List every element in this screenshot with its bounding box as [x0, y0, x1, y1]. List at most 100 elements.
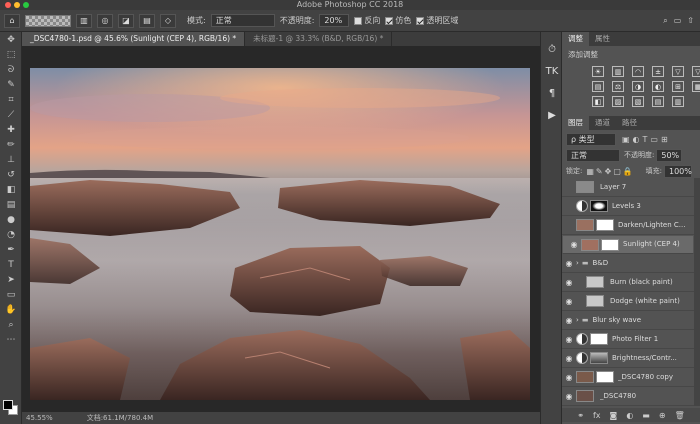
foreground-color-swatch[interactable] [3, 400, 13, 410]
visibility-eye-icon[interactable]: ◉ [567, 239, 581, 250]
radial-gradient-icon[interactable]: ◎ [97, 13, 113, 28]
angle-gradient-icon[interactable]: ◪ [118, 13, 134, 28]
link-icon[interactable]: ⚭ [577, 411, 584, 420]
brush-icon[interactable]: ✏ [0, 137, 22, 152]
paragraph-icon[interactable]: ¶ [541, 82, 563, 104]
eyedropper-icon[interactable]: ⟋ [0, 107, 22, 122]
layer-row[interactable]: ◉ Dodge (white paint) [562, 292, 694, 311]
folder-icon[interactable]: ▬ [642, 411, 650, 420]
layer-mask-thumbnail[interactable] [596, 371, 614, 383]
lock-icons[interactable]: ▦✎✥▢🔒 [586, 167, 634, 176]
layer-row[interactable]: ◉ _DSC4780 copy [562, 368, 694, 387]
gradient-preset-picker[interactable] [25, 14, 71, 27]
gradient-icon[interactable]: ▤ [0, 197, 22, 212]
mode-select[interactable]: 正常 [210, 14, 275, 27]
visibility-eye-icon[interactable]: ◉ [562, 259, 576, 268]
move-icon[interactable]: ✥ [0, 32, 22, 47]
blend-mode-select[interactable]: 正常 [566, 148, 620, 162]
color-balance-icon[interactable]: ⚖ [612, 81, 624, 92]
tab-properties[interactable]: 属性 [589, 32, 616, 46]
healing-icon[interactable]: ✚ [0, 122, 22, 137]
fill-field[interactable]: 100% [664, 164, 692, 178]
opacity-field[interactable]: 20% [319, 14, 350, 27]
layer-thumbnail[interactable] [576, 181, 594, 193]
layer-thumbnail[interactable] [586, 295, 604, 307]
document-image[interactable] [30, 68, 530, 400]
layer-thumbnail[interactable] [581, 238, 599, 251]
layer-mask-thumbnail[interactable] [590, 352, 608, 364]
black-white-icon[interactable]: ◑ [632, 81, 644, 92]
tab-adjustments[interactable]: 调整 [562, 32, 589, 46]
layer-thumbnail[interactable] [576, 219, 594, 231]
layer-row[interactable]: ◉ Brightness/Contr... [562, 349, 694, 368]
visibility-eye-icon[interactable]: ◉ [562, 335, 576, 344]
layer-thumbnail[interactable] [576, 390, 594, 402]
home-icon[interactable]: ⌂ [4, 13, 20, 28]
layer-filter-select[interactable]: ρ 类型 [566, 132, 616, 146]
layer-row[interactable]: ◉ Photo Filter 1 [562, 330, 694, 349]
share-icon[interactable]: ⇧ [687, 16, 694, 26]
zoom-icon[interactable]: ⌕ [0, 317, 22, 332]
tab-layers[interactable]: 图层 [562, 116, 589, 130]
actions-icon[interactable]: ▶ [541, 104, 563, 126]
close-window-icon[interactable] [5, 2, 11, 8]
gradient-triangle-icon[interactable]: ▽ [692, 66, 700, 77]
character-icon[interactable]: TK [541, 60, 563, 82]
filter-type-icons[interactable]: ▣◐T▭⊞ [622, 135, 671, 144]
hand-icon[interactable]: ✋ [0, 302, 22, 317]
layer-row[interactable]: Darken/Lighten C... [562, 216, 694, 235]
layer-thumbnail[interactable] [586, 276, 604, 288]
new-layer-icon[interactable]: ⊕ [659, 411, 666, 420]
tab-channels[interactable]: 通道 [589, 116, 616, 130]
layer-opacity-field[interactable]: 50% [656, 148, 683, 162]
path-select-icon[interactable]: ➤ [0, 272, 22, 287]
reflected-gradient-icon[interactable]: ▤ [139, 13, 155, 28]
shape-icon[interactable]: ▭ [0, 287, 22, 302]
layer-row[interactable]: Levels 3 [562, 197, 694, 216]
quick-select-icon[interactable]: ✎ [0, 77, 22, 92]
doc-size[interactable]: 文档:61.1M/780.4M [87, 412, 153, 424]
layer-row[interactable]: ◉ _DSC4780 [562, 387, 694, 406]
hue-saturation-icon[interactable]: ▤ [592, 81, 604, 92]
history-icon[interactable]: ⏱ [541, 38, 563, 60]
crop-icon[interactable]: ⌗ [0, 92, 22, 107]
mask-icon[interactable]: ◙ [610, 411, 618, 420]
visibility-eye-icon[interactable]: ◉ [562, 392, 576, 401]
brightness-icon[interactable]: ☀ [592, 66, 604, 77]
visibility-eye-icon[interactable]: ◉ [562, 354, 576, 363]
reverse-checkbox[interactable]: 反向 [354, 15, 380, 26]
adjustment-icon[interactable]: ◐ [626, 411, 633, 420]
layer-row[interactable]: Layer 7 [562, 178, 694, 197]
visibility-eye-icon[interactable]: ◉ [562, 373, 576, 382]
visibility-eye-icon[interactable]: ◉ [562, 278, 576, 287]
layer-row[interactable]: ◉ Sunlight (CEP 4) [562, 235, 694, 254]
maximize-window-icon[interactable] [23, 2, 29, 8]
layer-mask-thumbnail[interactable] [590, 333, 608, 345]
levels-icon[interactable]: ▥ [612, 66, 624, 77]
workspace-icon[interactable]: ▭ [674, 16, 682, 26]
type-icon[interactable]: T [0, 257, 22, 272]
curves-icon[interactable]: ◠ [632, 66, 644, 77]
layer-thumbnail[interactable] [576, 371, 594, 383]
visibility-eye-icon[interactable]: ◉ [562, 297, 576, 306]
transparency-checkbox[interactable]: 透明区域 [416, 15, 458, 26]
group-expand-chevron-icon[interactable]: › [576, 316, 579, 324]
trash-icon[interactable]: 🗑 [675, 411, 685, 420]
layers-scrollbar[interactable] [694, 178, 700, 406]
minimize-window-icon[interactable] [14, 2, 20, 8]
invert-icon[interactable]: ◧ [592, 96, 604, 107]
doc-tab-untitled[interactable]: 未标题-1 @ 33.3% (B&D, RGB/16) * [245, 32, 393, 46]
pen-icon[interactable]: ✒ [0, 242, 22, 257]
gradient-map-icon[interactable]: ▤ [652, 96, 664, 107]
visibility-eye-icon[interactable]: ◉ [562, 316, 576, 325]
diamond-gradient-icon[interactable]: ◇ [160, 13, 176, 28]
selective-color-icon[interactable]: ▥ [672, 96, 684, 107]
photo-filter-icon[interactable]: ◐ [652, 81, 664, 92]
group-expand-chevron-icon[interactable]: › [576, 259, 579, 267]
linear-gradient-icon[interactable]: ▥ [76, 13, 92, 28]
canvas-area[interactable] [22, 46, 540, 412]
color-lookup-icon[interactable]: ▦ [692, 81, 700, 92]
doc-tab-active[interactable]: _DSC4780-1.psd @ 45.6% (Sunlight (CEP 4)… [22, 32, 246, 46]
layer-row[interactable]: ◉ Burn (black paint) [562, 273, 694, 292]
fx-icon[interactable]: fx [593, 411, 601, 420]
